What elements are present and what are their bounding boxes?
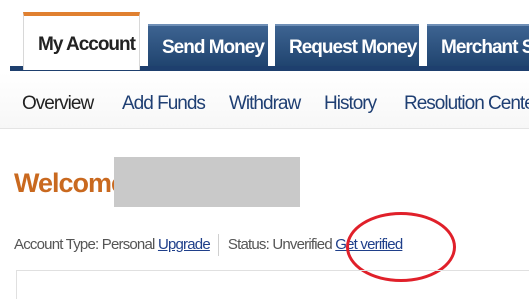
tab-my-account[interactable]: My Account bbox=[23, 12, 140, 70]
get-verified-link[interactable]: Get verified bbox=[335, 236, 403, 253]
upgrade-link[interactable]: Upgrade bbox=[158, 236, 211, 253]
subnav-item-withdraw[interactable]: Withdraw bbox=[229, 93, 301, 115]
status-divider bbox=[217, 234, 219, 256]
content-box-left-border bbox=[16, 270, 17, 299]
tab-request-money[interactable]: Request Money bbox=[275, 24, 419, 66]
tab-send-money[interactable]: Send Money bbox=[148, 24, 268, 66]
content-box-top-border bbox=[16, 270, 529, 271]
account-type-label: Account Type: Personal bbox=[14, 235, 155, 253]
subnav-item-resolution-center[interactable]: Resolution Cente bbox=[404, 93, 529, 115]
redacted-user-name bbox=[114, 157, 300, 207]
subnav-item-history[interactable]: History bbox=[324, 93, 377, 115]
sub-navigation: Overview Add Funds Withdraw History Reso… bbox=[0, 72, 529, 129]
subnav-item-overview[interactable]: Overview bbox=[22, 93, 94, 115]
main-tab-bar: My Account Send Money Request Money Merc… bbox=[0, 0, 529, 71]
account-overview-page: My Account Send Money Request Money Merc… bbox=[0, 0, 529, 299]
account-status-line: Account Type: Personal Upgrade Status: Un… bbox=[14, 234, 403, 256]
tab-merchant-services[interactable]: Merchant Se bbox=[427, 24, 529, 66]
status-label: Status: Unverified bbox=[227, 235, 333, 253]
subnav-item-add-funds[interactable]: Add Funds bbox=[122, 93, 206, 115]
